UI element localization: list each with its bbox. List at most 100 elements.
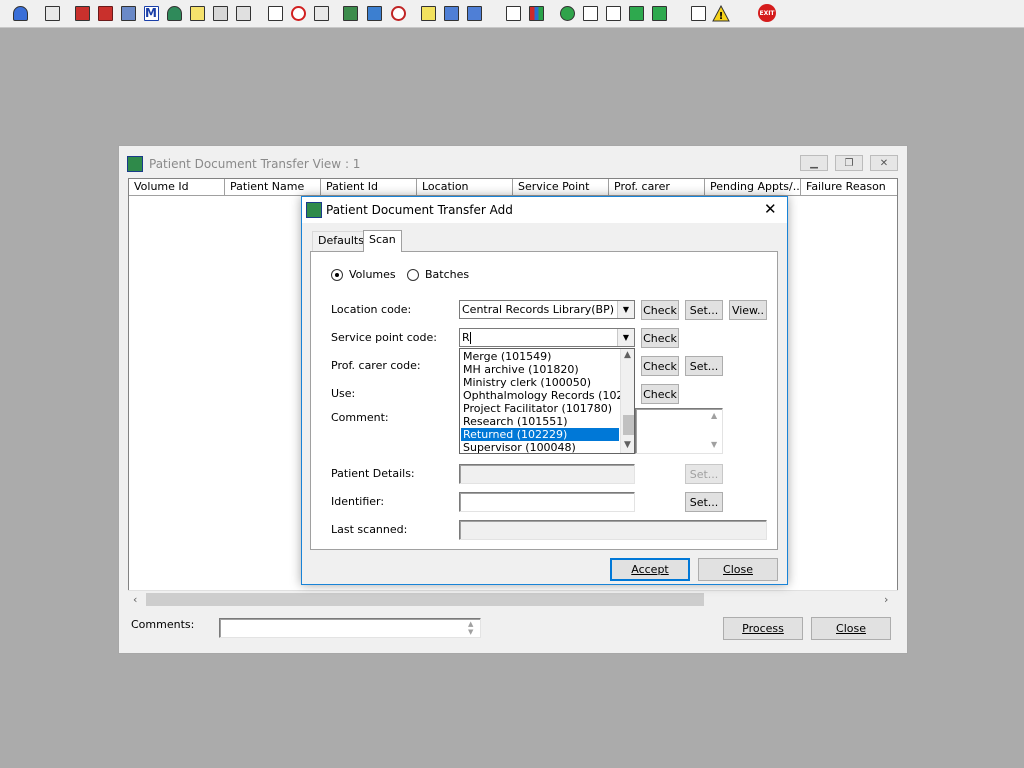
dropdown-option-selected[interactable]: Returned (102229) [461,428,619,441]
refresh-doc-icon[interactable] [388,3,408,23]
view-close-button[interactable]: Close [811,617,891,640]
view-window-title: Patient Document Transfer View : 1 [149,157,361,171]
location-dropdown-arrow-icon[interactable]: ▼ [617,301,634,318]
dialog-title: Patient Document Transfer Add [326,203,513,217]
close-window-button[interactable]: ✕ [870,155,898,171]
patient-details-field [459,464,635,484]
dropdown-option[interactable]: Merge (101549) [461,350,619,363]
dropdown-option[interactable]: Research (101551) [461,415,619,428]
dropdown-scrollbar[interactable]: ▲ ▼ [620,349,634,453]
location-view-button[interactable]: View.. [729,300,767,320]
clock-icon[interactable] [288,3,308,23]
comments-input[interactable]: ▲ ▼ [219,618,481,638]
grid-horizontal-scrollbar[interactable]: ‹ › [128,590,898,607]
dropdown-option[interactable]: Ophthalmology Records (102230 [461,389,634,402]
prof-carer-check-button[interactable]: Check [641,356,679,376]
dropdown-option[interactable]: Project Facilitator (101780) [461,402,619,415]
location-check-button[interactable]: Check [641,300,679,320]
column-header-patient-name[interactable]: Patient Name [225,179,321,196]
service-point-dropdown-list[interactable]: Merge (101549) MH archive (101820) Minis… [459,348,635,454]
dropdown-scroll-thumb[interactable] [623,415,634,435]
hand-doc-icon[interactable] [233,3,253,23]
use-check-button[interactable]: Check [641,384,679,404]
doc-arrow-icon[interactable] [649,3,669,23]
volumes-radio-label[interactable]: Volumes [349,268,396,281]
transfer-icon[interactable] [210,3,230,23]
process-button[interactable]: Process [723,617,803,640]
last-scanned-label: Last scanned: [331,523,408,536]
batches-radio-label[interactable]: Batches [425,268,469,281]
comment-scroll-down-icon[interactable]: ▼ [711,440,717,449]
exit-icon[interactable]: EXIT [757,3,777,23]
form-icon[interactable] [311,3,331,23]
document-icon[interactable] [503,3,523,23]
location-code-value: Central Records Library(BP) [462,303,615,316]
comment-scroll-up-icon[interactable]: ▲ [711,411,717,420]
scroll-right-icon[interactable]: › [884,593,888,606]
user-icon[interactable] [10,3,30,23]
column-header-prof-carer[interactable]: Prof. carer [609,179,705,196]
column-header-patient-id[interactable]: Patient Id [321,179,417,196]
dropdown-scroll-down-icon[interactable]: ▼ [624,440,631,450]
column-header-location[interactable]: Location [417,179,513,196]
contacts-icon[interactable] [118,3,138,23]
envelope-icon[interactable] [265,3,285,23]
column-header-pending-appts[interactable]: Pending Appts/... [705,179,801,196]
patient-details-set-button: Set... [685,464,723,484]
comment-textarea[interactable]: ▲ ▼ [635,408,723,454]
column-header-volume-id[interactable]: Volume Id [129,179,225,196]
scroll-left-icon[interactable]: ‹ [133,593,137,606]
edit-book-icon[interactable] [95,3,115,23]
prof-carer-label: Prof. carer code: [331,359,421,372]
prof-carer-set-button[interactable]: Set... [685,356,723,376]
restore-icon: ❐ [844,157,854,169]
pad-icon[interactable] [418,3,438,23]
app-window-icon [127,156,143,172]
dropdown-scroll-up-icon[interactable]: ▲ [624,350,631,360]
down-doc-icon[interactable] [580,3,600,23]
column-header-failure-reason[interactable]: Failure Reason [801,179,897,196]
service-point-check-button[interactable]: Check [641,328,679,348]
list-icon[interactable] [340,3,360,23]
warning-icon[interactable]: ! [711,3,731,23]
tab-scan[interactable]: Scan [363,230,402,252]
books-icon[interactable] [72,3,92,23]
identifier-set-button[interactable]: Set... [685,492,723,512]
volumes-radio[interactable] [331,269,343,281]
person-icon[interactable] [164,3,184,23]
service-point-combo[interactable]: R ▼ [459,328,635,347]
down-doc-alt-icon[interactable] [603,3,623,23]
dropdown-option[interactable]: Ministry clerk (100050) [461,376,619,389]
accept-button[interactable]: Accept [610,558,690,581]
dialog-titlebar[interactable]: Patient Document Transfer Add ✕ [302,197,787,223]
globe-icon[interactable] [557,3,577,23]
minimize-button[interactable]: ▁ [800,155,828,171]
dropdown-option[interactable]: MH archive (101820) [461,363,619,376]
swap-icon[interactable] [688,3,708,23]
transfer-out-icon[interactable] [441,3,461,23]
column-header-service-point[interactable]: Service Point [513,179,609,196]
dialog-close-button-label: Close [723,563,753,576]
batches-radio[interactable] [407,269,419,281]
barchart-icon[interactable] [526,3,546,23]
pen-doc-icon[interactable] [364,3,384,23]
service-point-dropdown-arrow-icon[interactable]: ▼ [617,329,634,346]
location-set-button[interactable]: Set... [685,300,723,320]
print-icon[interactable] [42,3,62,23]
dialog-close-icon[interactable]: ✕ [764,200,777,218]
dialog-close-button[interactable]: Close [698,558,778,581]
dropdown-option[interactable]: Supervisor (100048) [461,441,619,453]
patient-details-label: Patient Details: [331,467,415,480]
transfer-in-icon[interactable] [464,3,484,23]
notes-icon[interactable] [187,3,207,23]
view-window-titlebar[interactable]: Patient Document Transfer View : 1 ▁ ❐ ✕ [119,146,907,178]
mail-merge-icon[interactable]: M [141,3,161,23]
tab-defaults[interactable]: Defaults [312,231,370,251]
identifier-input[interactable] [459,492,635,512]
doc-check-icon[interactable] [626,3,646,23]
horizontal-scroll-thumb[interactable] [146,593,704,606]
restore-button[interactable]: ❐ [835,155,863,171]
location-code-combo[interactable]: Central Records Library(BP) ▼ [459,300,635,319]
dialog-app-icon [306,202,322,218]
comments-spin-icon[interactable]: ▲ ▼ [468,620,473,636]
